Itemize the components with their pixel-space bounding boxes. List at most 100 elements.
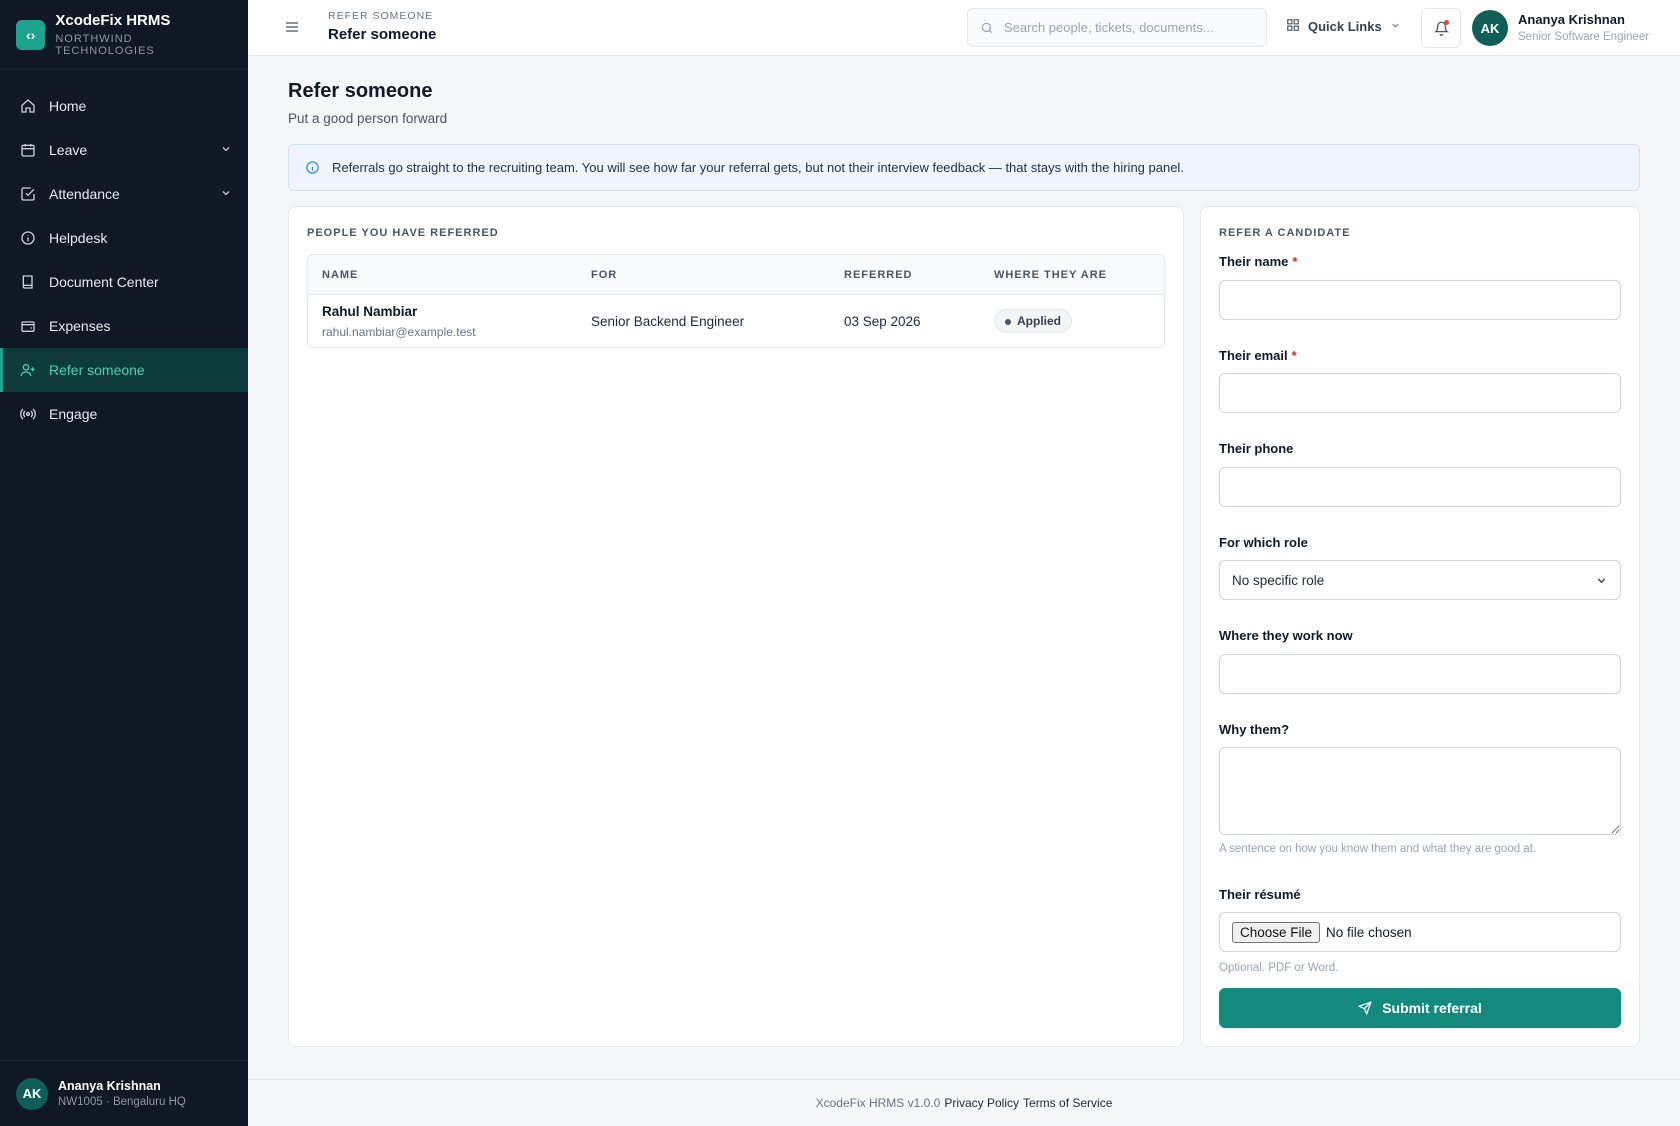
table-header: NAME FOR REFERRED WHERE THEY ARE <box>308 255 1164 295</box>
header-user-role: Senior Software Engineer <box>1518 31 1650 43</box>
breadcrumb-section: REFER SOMEONE <box>328 10 434 22</box>
broadcast-icon <box>20 406 36 422</box>
why-hint: A sentence on how you know them and what… <box>1219 843 1537 855</box>
sidebar-item-label: Helpdesk <box>49 230 108 246</box>
breadcrumb: REFER SOMEONE Refer someone <box>328 10 436 43</box>
top-bar: REFER SOMEONE Refer someone Quick Links … <box>248 0 1680 56</box>
sidebar-item-refer-someone[interactable]: Refer someone <box>0 348 248 392</box>
refer-form-card: REFER A CANDIDATE Their name * Their emai… <box>1200 206 1640 1047</box>
resume-label: Their résumé <box>1219 887 1301 902</box>
submit-label: Submit referral <box>1382 1000 1482 1016</box>
app-name: XcodeFix HRMS <box>55 12 171 29</box>
header-title: Refer someone <box>328 26 437 43</box>
candidate-name: Rahul Nambiar <box>322 304 418 319</box>
search-box[interactable] <box>967 8 1267 47</box>
sidebar-item-expenses[interactable]: Expenses <box>0 304 248 348</box>
brand[interactable]: ‹› XcodeFix HRMS NORTHWIND TECHNOLOGIES <box>0 0 248 70</box>
quick-links-label: Quick Links <box>1308 19 1382 34</box>
sidebar-item-label: Expenses <box>49 318 111 334</box>
org-name: NORTHWIND TECHNOLOGIES <box>55 33 155 57</box>
menu-icon[interactable] <box>284 19 300 35</box>
sidebar-item-label: Leave <box>49 142 88 158</box>
chevron-down-icon <box>1595 574 1608 590</box>
header-user-name: Ananya Krishnan <box>1518 12 1625 27</box>
sidebar-item-helpdesk[interactable]: Helpdesk <box>0 216 248 260</box>
page-subtitle: Put a good person forward <box>288 111 448 126</box>
chevron-down-icon[interactable] <box>220 142 232 158</box>
info-circle-icon <box>20 230 36 246</box>
info-icon <box>305 160 320 175</box>
choose-file-button[interactable]: Choose File <box>1232 921 1321 943</box>
candidate-email: rahul.nambiar@example.test <box>322 325 476 339</box>
chevron-down-icon <box>1390 19 1401 34</box>
column-header-status[interactable]: WHERE THEY ARE <box>994 269 1107 281</box>
phone-field[interactable] <box>1219 467 1621 507</box>
candidate-role: Senior Backend Engineer <box>591 314 745 329</box>
referred-card: PEOPLE YOU HAVE REFERRED NAME FOR REFERR… <box>288 206 1184 1047</box>
column-header-name[interactable]: NAME <box>322 269 358 281</box>
status-badge: Applied <box>994 309 1072 333</box>
sidebar: ‹› XcodeFix HRMS NORTHWIND TECHNOLOGIES … <box>0 0 248 1126</box>
terms-link[interactable]: Terms of Service <box>1023 1096 1112 1110</box>
page-title: Refer someone <box>288 80 433 102</box>
referred-date: 03 Sep 2026 <box>844 314 921 329</box>
wallet-icon <box>20 318 36 334</box>
phone-label: Their phone <box>1219 441 1294 456</box>
avatar[interactable]: AK <box>1472 10 1508 46</box>
chevron-down-icon[interactable] <box>220 186 232 202</box>
role-select-value: No specific role <box>1232 572 1325 588</box>
sidebar-user-name: Ananya Krishnan <box>58 1079 161 1093</box>
sidebar-item-label: Refer someone <box>49 362 145 378</box>
sidebar-nav: Home Leave Attendance Helpdesk Document … <box>0 70 248 436</box>
name-label-text: Their name <box>1219 254 1289 269</box>
sidebar-user-sub: NW1005 · Bengaluru HQ <box>58 1096 186 1108</box>
column-header-referred[interactable]: REFERRED <box>844 269 913 281</box>
resume-file-input[interactable]: Choose File No file chosen <box>1219 912 1621 952</box>
why-them-textarea[interactable] <box>1219 747 1621 835</box>
home-icon <box>20 98 36 114</box>
check-square-icon <box>20 186 36 202</box>
info-text: Referrals go straight to the recruiting … <box>332 160 1184 175</box>
sidebar-item-label: Document Center <box>49 274 159 290</box>
file-status: No file chosen <box>1326 924 1412 940</box>
privacy-policy-link[interactable]: Privacy Policy <box>944 1096 1019 1110</box>
header-user[interactable]: Ananya Krishnan Senior Software Engineer <box>1518 12 1649 43</box>
table-row[interactable]: Rahul Nambiar rahul.nambiar@example.test… <box>308 295 1164 347</box>
footer: XcodeFix HRMS v1.0.0 Privacy Policy Term… <box>248 1079 1680 1126</box>
sidebar-item-home[interactable]: Home <box>0 84 248 128</box>
email-label: Their email * <box>1219 348 1297 363</box>
send-icon <box>1358 1001 1372 1015</box>
sidebar-item-label: Home <box>49 98 87 114</box>
sidebar-item-label: Engage <box>49 406 98 422</box>
sidebar-user[interactable]: AK Ananya Krishnan NW1005 · Bengaluru HQ <box>0 1060 248 1126</box>
name-field[interactable] <box>1219 280 1621 320</box>
user-plus-icon <box>20 362 36 378</box>
grid-icon <box>1286 18 1300 35</box>
why-label: Why them? <box>1219 722 1290 737</box>
search-input[interactable] <box>1004 20 1244 35</box>
code-icon: ‹› <box>16 19 46 50</box>
referred-title: PEOPLE YOU HAVE REFERRED <box>307 227 499 239</box>
book-icon <box>20 274 36 290</box>
column-header-for[interactable]: FOR <box>591 269 617 281</box>
form-title: REFER A CANDIDATE <box>1219 227 1351 239</box>
info-banner: Referrals go straight to the recruiting … <box>288 144 1640 191</box>
sidebar-item-leave[interactable]: Leave <box>0 128 248 172</box>
notifications-button[interactable] <box>1421 8 1461 48</box>
submit-referral-button[interactable]: Submit referral <box>1219 988 1621 1028</box>
search-icon <box>980 21 994 35</box>
email-field[interactable] <box>1219 373 1621 413</box>
quick-links-button[interactable]: Quick Links <box>1286 18 1401 35</box>
required-mark: * <box>1292 254 1298 269</box>
sidebar-item-document-center[interactable]: Document Center <box>0 260 248 304</box>
sidebar-item-engage[interactable]: Engage <box>0 392 248 436</box>
required-mark: * <box>1291 348 1297 363</box>
footer-version: XcodeFix HRMS v1.0.0 <box>815 1096 941 1110</box>
notification-dot <box>1444 20 1449 25</box>
sidebar-item-label: Attendance <box>49 186 120 202</box>
avatar: AK <box>16 1077 48 1110</box>
work-label: Where they work now <box>1219 628 1353 643</box>
role-select[interactable]: No specific role <box>1219 560 1621 600</box>
current-employer-field[interactable] <box>1219 654 1621 694</box>
sidebar-item-attendance[interactable]: Attendance <box>0 172 248 216</box>
